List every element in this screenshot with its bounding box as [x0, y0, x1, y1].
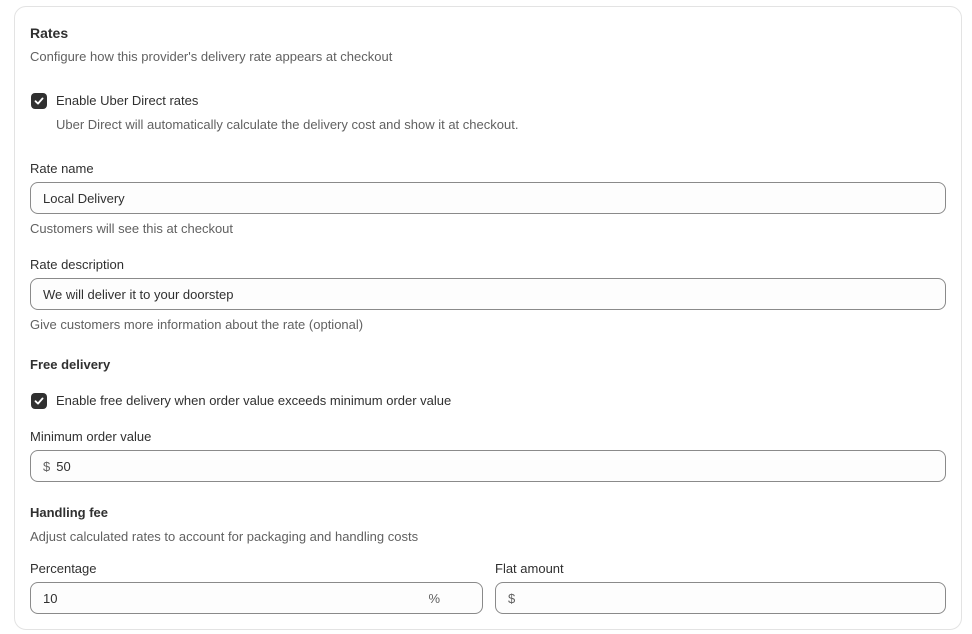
- checkmark-icon: [34, 97, 44, 105]
- minimum-order-label: Minimum order value: [30, 429, 152, 444]
- minimum-order-value: 50: [56, 458, 71, 474]
- rates-card: Rates Configure how this provider's deli…: [14, 6, 962, 630]
- rate-description-label: Rate description: [30, 257, 124, 272]
- enable-uber-direct-help: Uber Direct will automatically calculate…: [56, 117, 519, 132]
- flat-amount-label: Flat amount: [495, 561, 564, 576]
- handling-fee-subtitle: Adjust calculated rates to account for p…: [30, 529, 419, 544]
- rate-description-value: We will deliver it to your doorstep: [43, 286, 234, 302]
- percent-suffix: %: [428, 590, 440, 606]
- free-delivery-checkbox-label[interactable]: Enable free delivery when order value ex…: [56, 393, 451, 408]
- rate-name-label: Rate name: [30, 161, 94, 176]
- currency-prefix: $: [508, 590, 516, 606]
- free-delivery-title: Free delivery: [30, 357, 111, 372]
- percentage-value: 10: [43, 590, 58, 606]
- rate-name-input[interactable]: Local Delivery: [30, 182, 946, 214]
- enable-uber-direct-label[interactable]: Enable Uber Direct rates: [56, 93, 198, 108]
- minimum-order-input[interactable]: $ 50: [30, 450, 946, 482]
- rate-name-help: Customers will see this at checkout: [30, 221, 234, 236]
- rate-description-input[interactable]: We will deliver it to your doorstep: [30, 278, 946, 310]
- percentage-input[interactable]: 10 %: [30, 582, 483, 614]
- rate-description-help: Give customers more information about th…: [30, 317, 364, 332]
- enable-uber-direct-checkbox[interactable]: [31, 93, 47, 109]
- handling-fee-title: Handling fee: [30, 505, 109, 520]
- flat-amount-input[interactable]: $: [495, 582, 946, 614]
- percentage-label: Percentage: [30, 561, 97, 576]
- free-delivery-checkbox[interactable]: [31, 393, 47, 409]
- currency-prefix: $: [43, 458, 51, 474]
- checkmark-icon: [34, 397, 44, 405]
- rate-name-value: Local Delivery: [43, 190, 125, 206]
- rates-subtitle: Configure how this provider's delivery r…: [30, 49, 393, 64]
- rates-title: Rates: [30, 25, 69, 41]
